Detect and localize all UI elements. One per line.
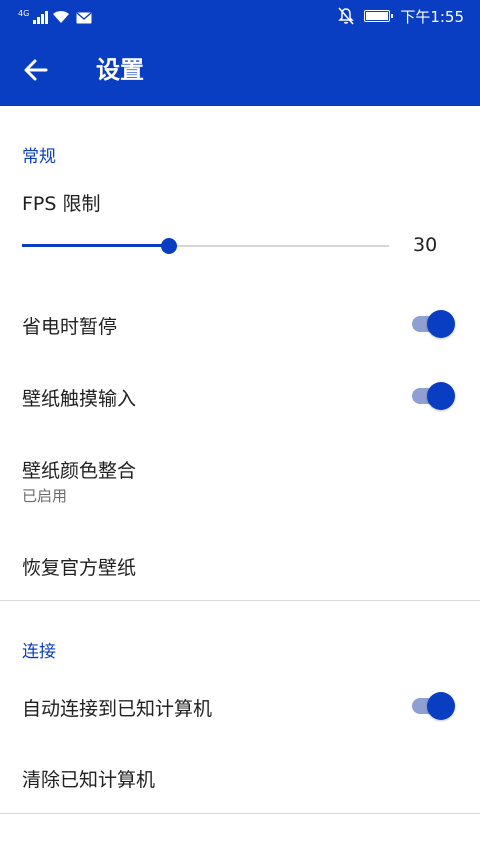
clear-known-computers-label: 清除已知计算机 bbox=[22, 769, 156, 791]
status-right: 下午1:55 bbox=[338, 6, 464, 26]
pause-on-power-save-label: 省电时暂停 bbox=[22, 316, 118, 338]
battery-icon bbox=[364, 10, 394, 22]
clock: 下午1:55 bbox=[400, 7, 464, 26]
restore-official-wallpaper-row[interactable]: 恢复官方壁纸 bbox=[0, 533, 480, 599]
auto-connect-switch[interactable] bbox=[412, 691, 456, 721]
section-header-connection: 连接 bbox=[22, 642, 56, 662]
auto-connect-row[interactable]: 自动连接到已知计算机 bbox=[0, 672, 480, 742]
section-divider bbox=[0, 600, 480, 601]
auto-connect-label: 自动连接到已知计算机 bbox=[22, 698, 213, 720]
pause-on-power-save-switch[interactable] bbox=[412, 309, 456, 339]
restore-official-wallpaper-label: 恢复官方壁纸 bbox=[22, 557, 137, 579]
section-header-general: 常规 bbox=[22, 147, 56, 167]
status-left: 4G bbox=[18, 8, 92, 24]
network-type: 4G bbox=[18, 9, 30, 18]
clear-known-computers-row[interactable]: 清除已知计算机 bbox=[0, 745, 480, 811]
fps-slider-active bbox=[22, 244, 169, 247]
app-bar: 设置 bbox=[0, 33, 480, 106]
wallpaper-color-integration-summary: 已启用 bbox=[22, 487, 68, 505]
wallpaper-color-integration-label: 壁纸颜色整合 bbox=[22, 460, 137, 482]
section-divider bbox=[0, 813, 480, 814]
wifi-icon bbox=[53, 10, 70, 23]
back-button[interactable] bbox=[20, 55, 52, 85]
fps-value: 30 bbox=[413, 234, 438, 256]
mute-notification-icon bbox=[338, 7, 355, 25]
wallpaper-touch-input-row[interactable]: 壁纸触摸输入 bbox=[0, 362, 480, 432]
switch-thumb bbox=[427, 692, 455, 720]
pause-on-power-save-row[interactable]: 省电时暂停 bbox=[0, 290, 480, 360]
switch-thumb bbox=[427, 382, 455, 410]
mail-icon bbox=[76, 12, 92, 24]
wallpaper-color-integration-row[interactable]: 壁纸颜色整合 已启用 bbox=[0, 440, 480, 525]
wallpaper-touch-input-label: 壁纸触摸输入 bbox=[22, 388, 137, 410]
switch-thumb bbox=[427, 310, 455, 338]
arrow-left-icon bbox=[24, 59, 48, 81]
signal-icon bbox=[33, 11, 49, 24]
wallpaper-touch-input-switch[interactable] bbox=[412, 381, 456, 411]
page-title: 设置 bbox=[96, 56, 144, 84]
fps-slider-thumb[interactable] bbox=[160, 238, 177, 254]
status-bar: 4G 下午1:55 bbox=[0, 0, 480, 33]
fps-limit-label: FPS 限制 bbox=[22, 193, 101, 215]
